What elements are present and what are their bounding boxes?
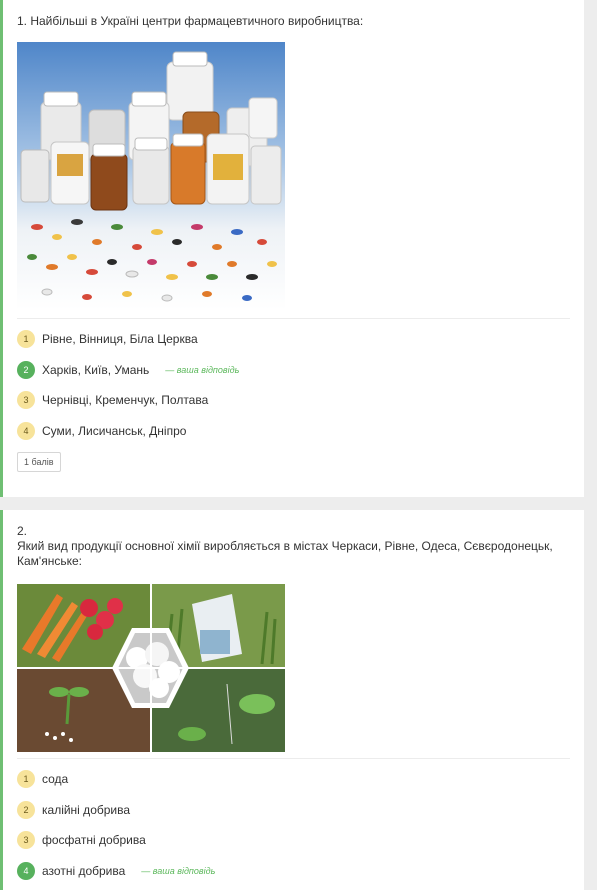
question-number: 2. <box>17 524 28 538</box>
divider <box>17 318 570 319</box>
answer-option-3[interactable]: 3 Чернівці, Кременчук, Полтава <box>17 389 208 411</box>
answer-number-badge: 1 <box>17 330 35 348</box>
question-body: Який вид продукції основної хімії виробл… <box>17 539 553 568</box>
chemistry-products-image <box>17 584 285 752</box>
answer-label: азотні добрива <box>42 864 126 878</box>
answer-option-2[interactable]: 2 калійні добрива <box>17 799 130 821</box>
answer-label: Чернівці, Кременчук, Полтава <box>42 393 209 407</box>
answer-number-badge: 4 <box>17 862 35 880</box>
answer-label: Суми, Лисичанськ, Дніпро <box>42 424 187 438</box>
answer-option-4[interactable]: 4 азотні добрива — ваша відповідь <box>17 860 215 882</box>
answer-label: Харків, Київ, Умань <box>42 363 150 377</box>
divider <box>17 758 570 759</box>
answer-label: фосфатні добрива <box>42 833 146 847</box>
answer-number-badge: 1 <box>17 770 35 788</box>
answer-option-1[interactable]: 1 Рівне, Вінниця, Біла Церква <box>17 328 198 350</box>
answer-label: калійні добрива <box>42 803 131 817</box>
question-text: 1. Найбільші в Україні центри фармацевти… <box>17 14 364 28</box>
answer-option-3[interactable]: 3 фосфатні добрива <box>17 829 146 851</box>
answer-option-4[interactable]: 4 Суми, Лисичанськ, Дніпро <box>17 420 186 442</box>
answer-option-2[interactable]: 2 Харків, Київ, Умань — ваша відповідь <box>17 359 239 381</box>
answer-label: сода <box>42 772 69 786</box>
question-card-1: 1. Найбільші в Україні центри фармацевти… <box>0 0 584 497</box>
answer-number-badge: 4 <box>17 422 35 440</box>
answer-option-1[interactable]: 1 сода <box>17 768 68 790</box>
your-answer-note: — ваша відповідь <box>141 866 216 876</box>
answer-number-badge: 3 <box>17 831 35 849</box>
answer-number-badge: 3 <box>17 391 35 409</box>
answer-number-badge: 2 <box>17 361 35 379</box>
question-card-2: 2. Який вид продукції основної хімії вир… <box>0 510 584 890</box>
points-badge: 1 балів <box>17 452 61 472</box>
pills-image <box>17 42 285 310</box>
your-answer-note: — ваша відповідь <box>165 365 240 375</box>
question-text: 2. Який вид продукції основної хімії вир… <box>17 524 573 569</box>
answer-number-badge: 2 <box>17 801 35 819</box>
answer-label: Рівне, Вінниця, Біла Церква <box>42 332 198 346</box>
